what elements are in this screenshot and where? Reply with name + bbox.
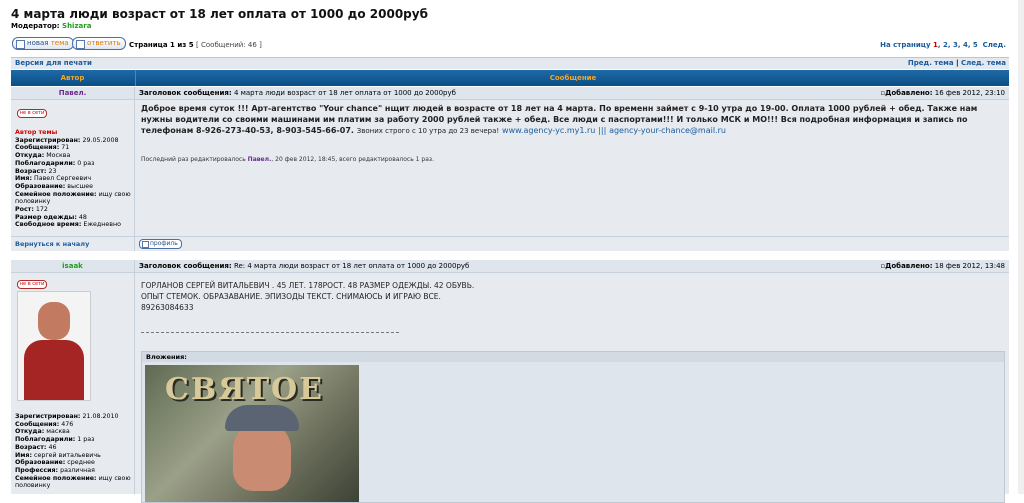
- moderator-line: Модератор: Shizara: [11, 22, 92, 30]
- post-content: Заголовок сообщения: Re: 4 марта люди во…: [135, 260, 1009, 503]
- side-footer: Вернуться к началу: [11, 236, 134, 249]
- author-profile-info: Автор темы Зарегистрирован: 29.05.2008 С…: [15, 129, 133, 229]
- edited-note: Последний раз редактировалось Павел., 20…: [141, 156, 434, 163]
- moderator-name[interactable]: Shizara: [62, 22, 91, 30]
- attachment-image[interactable]: СВЯТОЕ: [145, 365, 359, 502]
- post-footer: профиль: [135, 236, 1009, 249]
- page-info: Страница 1 из 5 [ Сообщений: 46 ]: [129, 41, 262, 49]
- pagination: На страницу 1, 2, 3, 4, 5 След.: [880, 41, 1006, 49]
- prev-topic-link[interactable]: Пред. тема: [908, 59, 954, 67]
- offline-badge: не в сети: [17, 280, 47, 289]
- page-title: 4 марта люди возраст от 18 лет оплата от…: [11, 7, 428, 21]
- document-icon: [16, 40, 25, 49]
- attachments-box: Вложения: СВЯТОЕ: [141, 351, 1005, 503]
- profile-button[interactable]: профиль: [139, 239, 182, 249]
- post-body: ГОРЛАНОВ СЕРГЕЙ ВИТАЛЬЕВИЧ . 45 ЛЕТ. 178…: [141, 281, 475, 312]
- page-link-2[interactable]: 2: [943, 41, 948, 49]
- post-body: Доброе время суток !!! Арт-агентство "Yo…: [141, 104, 978, 135]
- post-author-panel: isaak не в сети Зарегистрирован: 21.08.2…: [11, 260, 135, 494]
- post-subject: Re: 4 марта люди возраст от 18 лет оплат…: [233, 262, 470, 270]
- next-page-link[interactable]: След.: [983, 41, 1006, 49]
- agency-email-link[interactable]: agency-your-chance@mail.ru: [609, 126, 726, 135]
- divider: [141, 332, 399, 333]
- topic-nav-bar: Версия для печати Пред. тема | След. тем…: [11, 57, 1009, 69]
- posts-table-header: Автор Сообщение: [11, 70, 1009, 86]
- author-column-header: Автор: [60, 74, 85, 82]
- scrollbar[interactable]: [1018, 0, 1024, 494]
- author-name[interactable]: Павел.: [11, 87, 134, 100]
- print-version-link[interactable]: Версия для печати: [15, 58, 92, 69]
- post: Павел. не в сети Автор темы Зарегистриро…: [11, 87, 1009, 251]
- next-topic-link[interactable]: След. тема: [961, 59, 1006, 67]
- page-link-4[interactable]: 4: [963, 41, 968, 49]
- page-link-3[interactable]: 3: [953, 41, 958, 49]
- author-profile-info: Зарегистрирован: 21.08.2010 Сообщения: 4…: [15, 413, 131, 490]
- attachments-label: Вложения:: [142, 352, 1004, 362]
- post: isaak не в сети Зарегистрирован: 21.08.2…: [11, 260, 1009, 503]
- editor-name[interactable]: Павел.: [248, 156, 272, 163]
- post-header: Заголовок сообщения: Re: 4 марта люди во…: [135, 260, 1009, 273]
- message-column-header: Сообщение: [135, 70, 1010, 86]
- profile-icon: [142, 241, 149, 248]
- page-link-5[interactable]: 5: [973, 41, 978, 49]
- post-date: 18 фев 2012, 13:48: [934, 262, 1005, 270]
- topic-starter-label: Автор темы: [15, 129, 58, 136]
- offline-badge: не в сети: [17, 109, 47, 118]
- post-date: 16 фев 2012, 23:10: [934, 89, 1005, 97]
- post-header: Заголовок сообщения: 4 марта люди возрас…: [135, 87, 1009, 100]
- avatar: [17, 291, 91, 401]
- page-link-1[interactable]: 1: [933, 41, 938, 49]
- reply-icon: [76, 40, 85, 49]
- author-name[interactable]: isaak: [11, 260, 134, 273]
- post-subject: 4 марта люди возраст от 18 лет оплата от…: [233, 89, 456, 97]
- back-to-top-link[interactable]: Вернуться к началу: [15, 240, 89, 248]
- agency-site-link[interactable]: www.agency-yc.my1.ru: [502, 126, 595, 135]
- post-author-panel: Павел. не в сети Автор темы Зарегистриро…: [11, 87, 135, 251]
- reply-button[interactable]: ответить: [72, 37, 126, 50]
- post-content: Заголовок сообщения: 4 марта люди возрас…: [135, 87, 1009, 251]
- new-topic-button[interactable]: новая тема: [12, 37, 74, 50]
